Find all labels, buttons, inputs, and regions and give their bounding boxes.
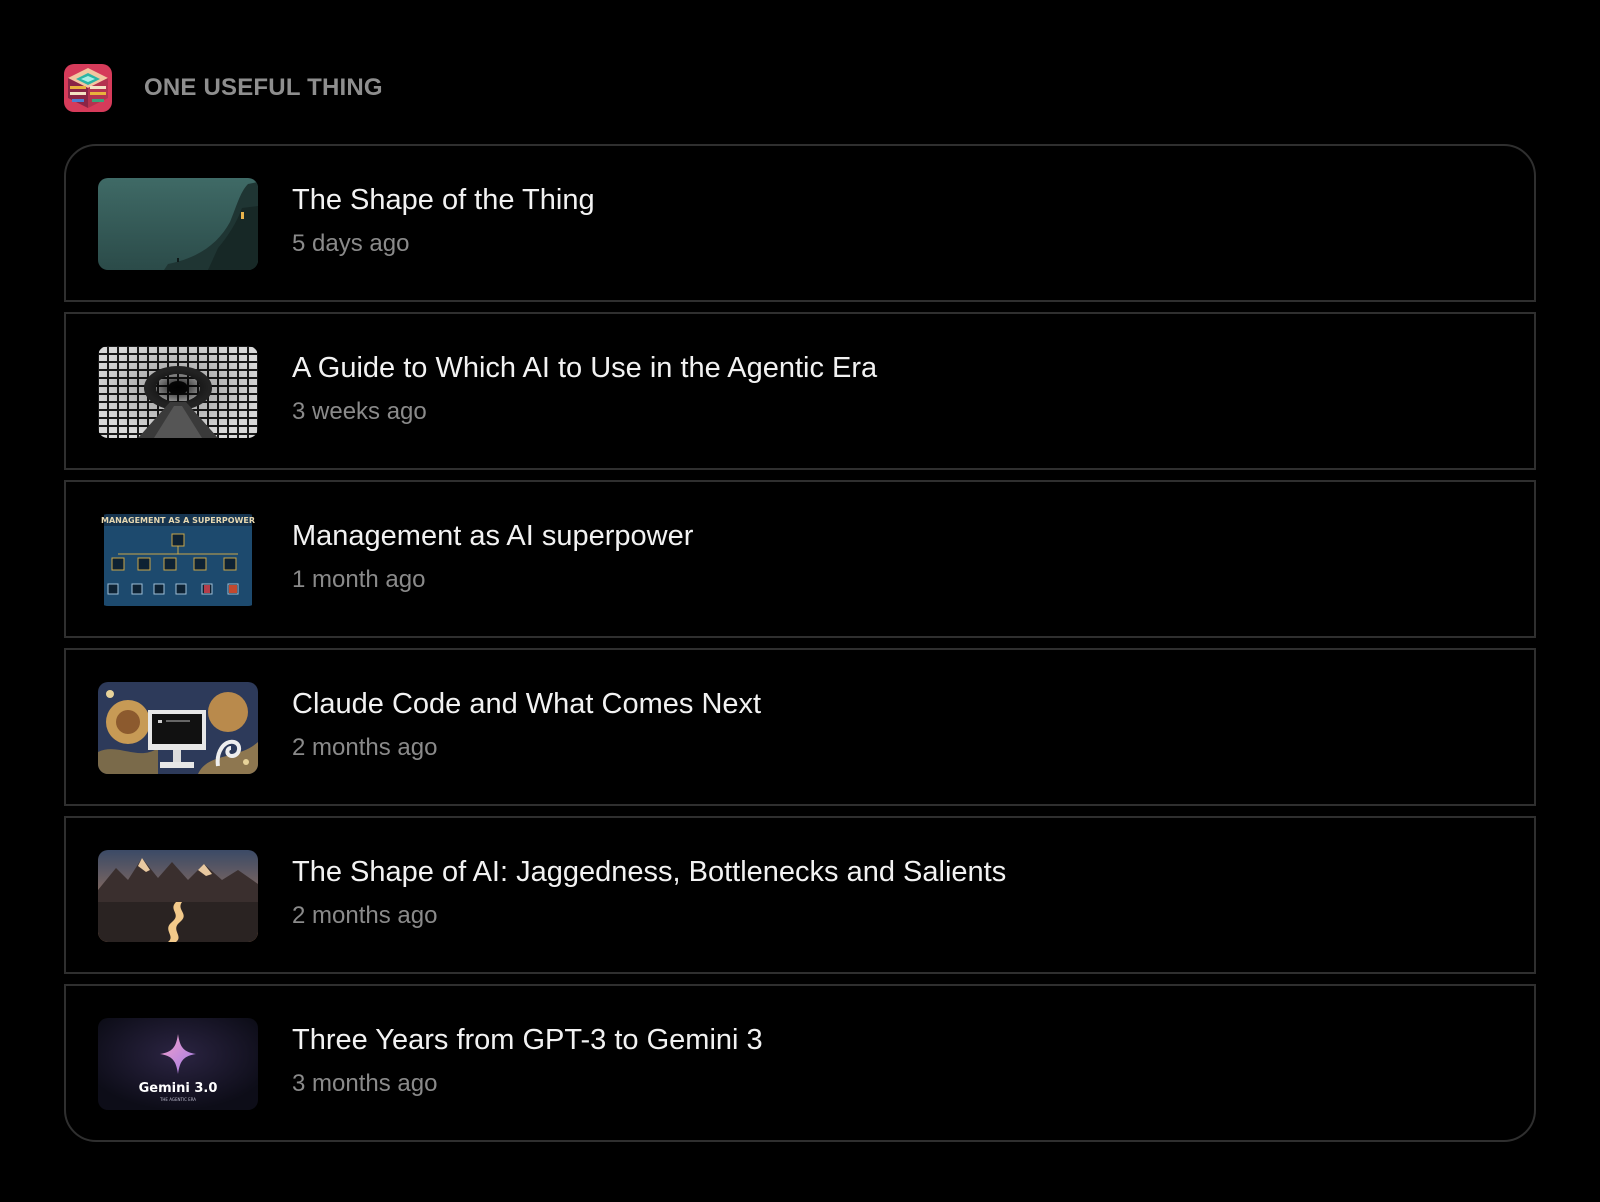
post-title[interactable]: The Shape of the Thing	[292, 184, 595, 217]
post-title[interactable]: The Shape of AI: Jaggedness, Bottlenecks…	[292, 856, 1006, 889]
publication-header: ONE USEFUL THING	[64, 64, 383, 112]
post-title[interactable]: A Guide to Which AI to Use in the Agenti…	[292, 352, 877, 385]
thumbnail-caption: MANAGEMENT AS A SUPERPOWER	[101, 516, 255, 525]
post-item[interactable]: The Shape of the Thing 5 days ago	[64, 144, 1536, 302]
org-chart-thumbnail: MANAGEMENT AS A SUPERPOWER	[98, 514, 258, 606]
post-date: 2 months ago	[292, 902, 438, 929]
post-date: 3 months ago	[292, 1070, 438, 1097]
post-item[interactable]: A Guide to Which AI to Use in the Agenti…	[64, 312, 1536, 470]
publication-name[interactable]: ONE USEFUL THING	[144, 74, 383, 102]
post-item[interactable]: Claude Code and What Comes Next 2 months…	[64, 648, 1536, 806]
post-title[interactable]: Claude Code and What Comes Next	[292, 688, 761, 721]
screens-tunnel-thumbnail	[98, 346, 258, 438]
post-date: 3 weeks ago	[292, 398, 427, 425]
post-list: The Shape of the Thing 5 days ago A Guid…	[64, 144, 1536, 1142]
publication-logo-icon[interactable]	[64, 64, 112, 112]
computer-tapestry-thumbnail	[98, 682, 258, 774]
post-date: 5 days ago	[292, 230, 410, 257]
foggy-cliff-thumbnail	[98, 178, 258, 270]
post-item[interactable]: The Shape of AI: Jaggedness, Bottlenecks…	[64, 816, 1536, 974]
gemini-star-thumbnail: Gemini 3.0 THE AGENTIC ERA	[98, 1018, 258, 1110]
post-date: 2 months ago	[292, 734, 438, 761]
thumbnail-caption: Gemini 3.0	[139, 1081, 218, 1096]
page: ONE USEFUL THING The Shape of the Thing …	[0, 0, 1600, 1202]
post-date: 1 month ago	[292, 566, 426, 593]
post-item[interactable]: MANAGEMENT AS A SUPERPOWER Management as…	[64, 480, 1536, 638]
thumbnail-subcaption: THE AGENTIC ERA	[159, 1097, 196, 1102]
post-item[interactable]: Gemini 3.0 THE AGENTIC ERA Three Years f…	[64, 984, 1536, 1142]
mountain-river-thumbnail	[98, 850, 258, 942]
post-title[interactable]: Management as AI superpower	[292, 520, 693, 553]
post-title[interactable]: Three Years from GPT-3 to Gemini 3	[292, 1024, 763, 1057]
